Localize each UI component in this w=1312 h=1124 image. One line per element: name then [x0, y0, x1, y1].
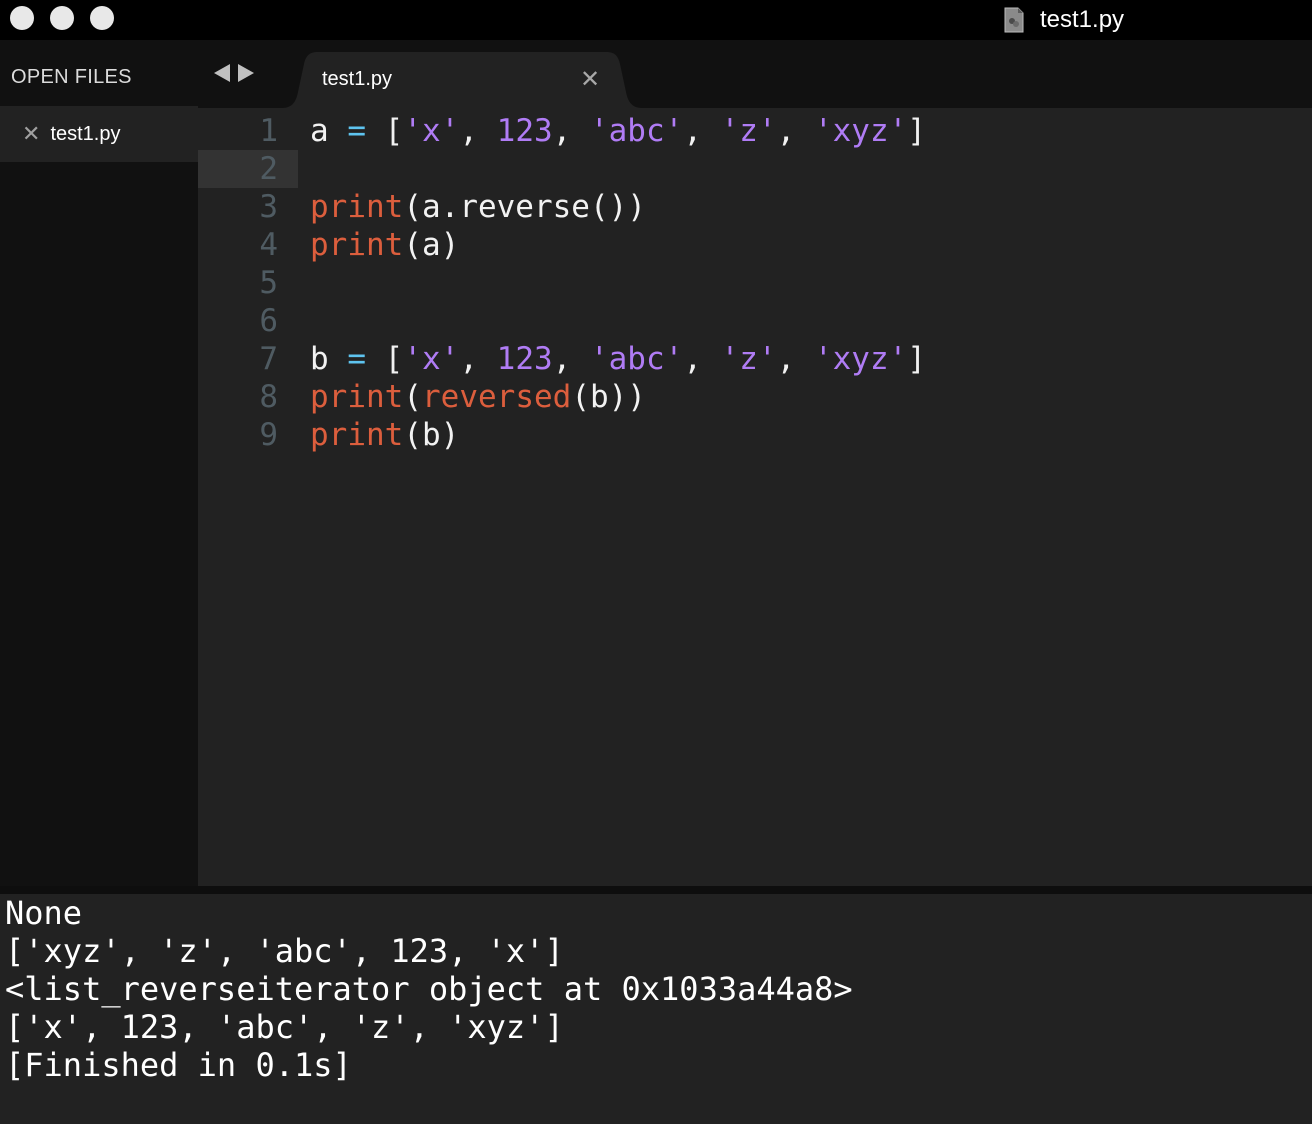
window-title-group: test1.py: [1004, 0, 1124, 40]
line-number: 8: [259, 379, 278, 415]
code-token: 'abc': [589, 341, 684, 377]
line-number: 4: [259, 227, 278, 263]
line-number: 6: [259, 303, 278, 339]
code-token: =: [347, 341, 366, 377]
code-token: (a.reverse()): [403, 189, 646, 225]
output-line: None: [5, 894, 83, 932]
sidebar-header: OPEN FILES: [11, 66, 132, 88]
code-token: ,: [683, 113, 721, 149]
window-close-button[interactable]: [10, 6, 34, 30]
output-line: ['x', 123, 'abc', 'z', 'xyz']: [5, 1008, 564, 1046]
code-line[interactable]: print(b): [310, 416, 926, 454]
code-token: reversed: [422, 379, 572, 415]
code-token: ,: [459, 113, 497, 149]
code-line[interactable]: b = ['x', 123, 'abc', 'z', 'xyz']: [310, 340, 926, 378]
code-line[interactable]: a = ['x', 123, 'abc', 'z', 'xyz']: [310, 112, 926, 150]
window-minimize-button[interactable]: [50, 6, 74, 30]
code-token: [: [366, 113, 404, 149]
code-token: ,: [776, 341, 814, 377]
code-token: (: [403, 379, 422, 415]
code-area[interactable]: a = ['x', 123, 'abc', 'z', 'xyz'] print(…: [310, 112, 926, 454]
code-token: ,: [683, 341, 721, 377]
code-token: 'x': [403, 341, 460, 377]
panel-divider[interactable]: [0, 886, 1312, 894]
line-number: 1: [259, 113, 278, 149]
output-line: <list_reverseiterator object at 0x1033a4…: [5, 970, 853, 1008]
python-file-icon: [1004, 7, 1024, 33]
title-bar: test1.py: [0, 0, 1312, 40]
code-token: ,: [552, 341, 590, 377]
code-token: print: [310, 379, 404, 415]
sidebar-item-test1-py[interactable]: ✕ test1.py: [0, 106, 198, 162]
window-title: test1.py: [1040, 6, 1125, 33]
code-token: print: [310, 227, 404, 263]
code-token: (b)): [571, 379, 646, 415]
output-line: [Finished in 0.1s]: [5, 1046, 352, 1084]
code-token: ]: [907, 113, 926, 149]
output-line: ['xyz', 'z', 'abc', 123, 'x']: [5, 932, 564, 970]
code-line[interactable]: [310, 150, 926, 188]
code-token: ,: [459, 341, 497, 377]
build-output-panel: None ['xyz', 'z', 'abc', 123, 'x'] <list_r…: [0, 894, 1312, 1124]
code-token: (a): [403, 227, 460, 263]
code-token: 123: [496, 341, 553, 377]
code-token: 'xyz': [813, 113, 908, 149]
code-line[interactable]: print(reversed(b)): [310, 378, 926, 416]
code-token: print: [310, 189, 404, 225]
code-line[interactable]: print(a.reverse()): [310, 188, 926, 226]
build-output-text: None ['xyz', 'z', 'abc', 123, 'x'] <list_r…: [5, 894, 853, 1084]
code-token: 'abc': [589, 113, 684, 149]
code-token: 'x': [403, 113, 460, 149]
sidebar-item-label: test1.py: [50, 122, 121, 145]
tab-bar: test1.py ✕: [198, 40, 1312, 108]
tab-label: test1.py: [322, 68, 393, 90]
window-zoom-button[interactable]: [90, 6, 114, 30]
code-token: ,: [776, 113, 814, 149]
code-line[interactable]: [310, 302, 926, 340]
code-token: print: [310, 417, 404, 453]
code-token: 'z': [720, 113, 777, 149]
code-line[interactable]: print(a): [310, 226, 926, 264]
code-token: a: [310, 113, 348, 149]
code-token: b: [310, 341, 348, 377]
close-icon[interactable]: ✕: [580, 68, 600, 92]
tab-test1-py[interactable]: test1.py ✕: [282, 52, 642, 108]
line-number: 9: [259, 417, 278, 453]
chevron-left-icon[interactable]: [214, 64, 230, 82]
code-token: ]: [907, 341, 926, 377]
code-token: 'z': [720, 341, 777, 377]
code-token: (b): [403, 417, 460, 453]
line-number: 7: [259, 341, 278, 377]
code-line[interactable]: [310, 264, 926, 302]
sidebar: OPEN FILES ✕ test1.py: [0, 40, 198, 886]
editor-window: test1.py OPEN FILES ✕ test1.py test1.py …: [0, 0, 1312, 1124]
code-token: ,: [552, 113, 590, 149]
line-number: 3: [259, 189, 278, 225]
code-editor[interactable]: 123456789 a = ['x', 123, 'abc', 'z', 'xy…: [198, 108, 1312, 886]
code-token: [: [366, 341, 404, 377]
code-token: 123: [496, 113, 553, 149]
line-number: 2: [259, 151, 278, 187]
code-token: =: [347, 113, 366, 149]
tab-nav-arrows: [214, 64, 254, 82]
code-token: 'xyz': [813, 341, 908, 377]
line-number: 5: [259, 265, 278, 301]
line-number-gutter: 123456789: [198, 112, 278, 454]
chevron-right-icon[interactable]: [238, 64, 254, 82]
close-icon[interactable]: ✕: [22, 123, 40, 145]
